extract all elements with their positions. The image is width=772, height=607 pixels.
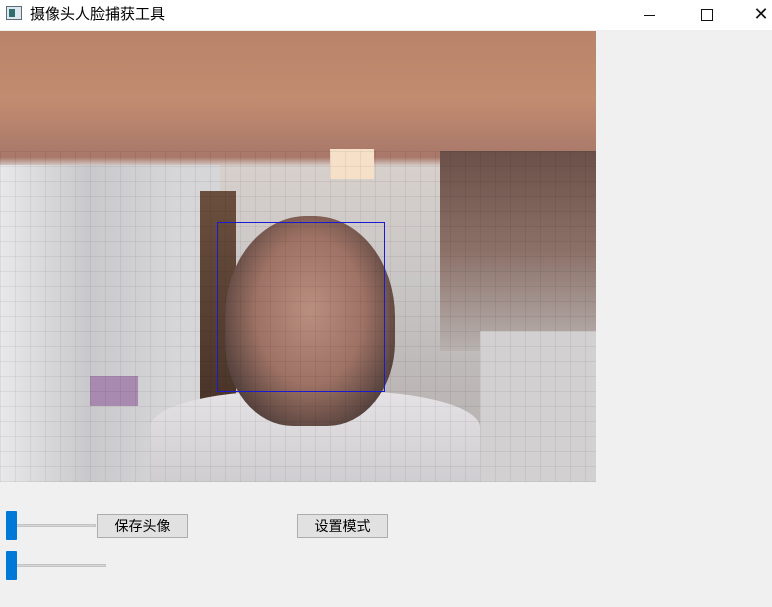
- close-button[interactable]: ✕: [738, 0, 772, 30]
- maximize-button[interactable]: [684, 0, 730, 30]
- minimize-icon: [643, 14, 655, 16]
- slider-thumb[interactable]: [6, 511, 17, 540]
- slider-track[interactable]: [6, 524, 96, 527]
- set-mode-button[interactable]: 设置模式: [297, 514, 388, 538]
- minimize-button[interactable]: [626, 0, 672, 30]
- save-avatar-button[interactable]: 保存头像: [97, 514, 188, 538]
- window-title: 摄像头人脸捕获工具: [30, 5, 166, 23]
- slider-bottom[interactable]: [6, 551, 106, 581]
- slider-top[interactable]: [6, 511, 106, 541]
- slider-track[interactable]: [6, 564, 106, 567]
- slider-thumb[interactable]: [6, 551, 17, 580]
- title-bar[interactable]: 摄像头人脸捕获工具 ✕: [0, 0, 772, 30]
- close-icon: ✕: [753, 4, 769, 25]
- app-icon: [6, 6, 22, 20]
- maximize-icon: [701, 9, 713, 21]
- camera-view: [0, 31, 596, 482]
- face-detection-box: [217, 222, 385, 392]
